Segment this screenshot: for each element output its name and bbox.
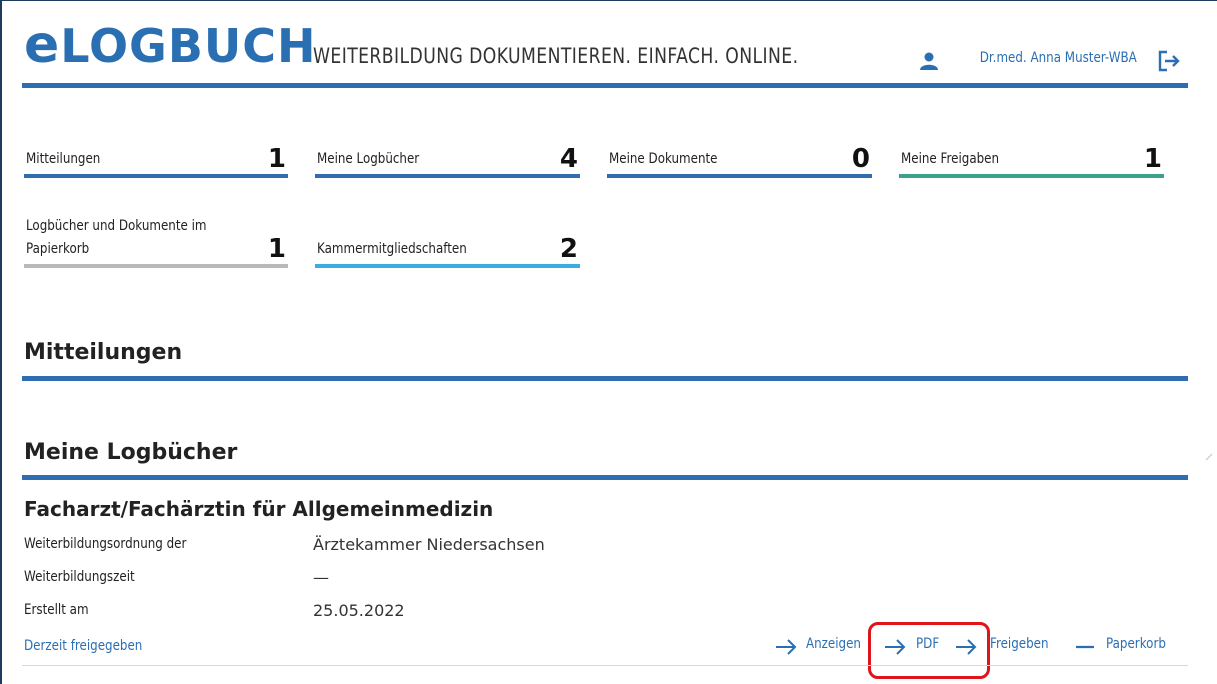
tile-meine-dokumente[interactable]: Meine Dokumente 0 xyxy=(607,138,872,178)
row-label: Erstellt am xyxy=(24,602,89,618)
tile-label: Kammermitgliedschaften xyxy=(317,241,467,257)
section-divider xyxy=(22,376,1188,381)
tile-label-line1: Logbücher und Dokumente im xyxy=(26,218,207,234)
tile-bar xyxy=(899,174,1164,178)
tile-bar xyxy=(315,174,580,178)
minus-icon xyxy=(1076,645,1094,649)
user-name-link[interactable]: Dr.med. Anna Muster-WBA xyxy=(980,50,1137,66)
tile-label: Meine Logbücher xyxy=(317,151,420,167)
tile-count: 1 xyxy=(267,234,286,264)
logbook-title: Facharzt/Fachärztin für Allgemeinmedizin xyxy=(24,497,494,521)
window-frame xyxy=(0,0,1217,684)
tile-label: Meine Dokumente xyxy=(609,151,718,167)
logout-icon[interactable] xyxy=(1157,50,1181,72)
tagline: WEITERBILDUNG DOKUMENTIEREN. EINFACH. ON… xyxy=(313,44,799,68)
tile-label-line2: Papierkorb xyxy=(26,241,90,257)
tile-mitteilungen[interactable]: Mitteilungen 1 xyxy=(24,138,288,178)
tile-papierkorb[interactable]: Logbücher und Dokumente im Papierkorb 1 xyxy=(24,210,288,268)
tile-count: 2 xyxy=(559,234,578,264)
section-title-mitteilungen: Mitteilungen xyxy=(24,340,183,365)
tile-bar xyxy=(315,264,580,268)
row-value: 25.05.2022 xyxy=(313,601,405,620)
trash-action[interactable]: Paperkorb xyxy=(1106,636,1176,652)
tile-count: 0 xyxy=(851,144,870,174)
row-label: Weiterbildungsordnung der xyxy=(24,536,187,552)
tile-bar xyxy=(607,174,872,178)
tile-bar xyxy=(24,264,288,268)
section-title-logbuecher: Meine Logbücher xyxy=(24,440,238,465)
tile-label: Meine Freigaben xyxy=(901,151,1000,167)
share-action[interactable]: Freigeben xyxy=(990,636,1059,652)
tile-label: Mitteilungen xyxy=(26,151,101,167)
tile-meine-freigaben[interactable]: Meine Freigaben 1 xyxy=(899,138,1164,178)
tile-count: 1 xyxy=(267,144,286,174)
tile-meine-logbuecher[interactable]: Meine Logbücher 4 xyxy=(315,138,580,178)
logo: eLOGBUCH xyxy=(24,15,317,75)
tile-count: 1 xyxy=(1143,144,1162,174)
header-divider xyxy=(22,83,1188,88)
section-divider xyxy=(22,475,1188,480)
tile-bar xyxy=(24,174,288,178)
row-value: Ärztekammer Niedersachsen xyxy=(313,535,545,554)
arrow-right-icon xyxy=(776,639,797,655)
user-icon xyxy=(920,52,938,70)
sharing-status-link[interactable]: Derzeit freigegeben xyxy=(24,638,142,654)
show-action[interactable]: Anzeigen xyxy=(806,636,871,652)
scroll-up-icon[interactable] xyxy=(1204,452,1216,462)
tile-count: 4 xyxy=(559,144,578,174)
row-label: Weiterbildungszeit xyxy=(24,569,135,585)
tile-kammermitgliedschaften[interactable]: Kammermitgliedschaften 2 xyxy=(315,228,580,268)
row-value: — xyxy=(313,568,329,587)
entry-divider xyxy=(22,665,1188,666)
highlight-annotation xyxy=(868,622,990,679)
